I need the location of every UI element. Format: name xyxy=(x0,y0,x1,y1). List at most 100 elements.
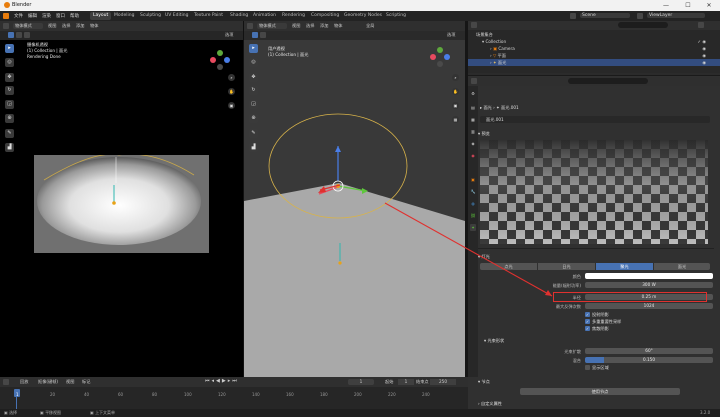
cast-shadow-checkbox[interactable]: ✓ xyxy=(585,312,590,317)
right-menu-select[interactable]: 选择 xyxy=(306,23,314,29)
maximize-button[interactable]: ☐ xyxy=(678,1,698,10)
beam-shape-section-header[interactable]: ▾ 光束形状 xyxy=(478,337,714,344)
timeline-menu-keying[interactable]: 抠像(键帧) xyxy=(38,379,58,385)
right-menu-add[interactable]: 添加 xyxy=(320,23,328,29)
blender-menu-icon[interactable] xyxy=(3,13,9,19)
timeline-menu-marker[interactable]: 标记 xyxy=(82,379,90,385)
left-cursor-tool-icon[interactable]: ◎ xyxy=(5,58,14,67)
render-tab-icon[interactable]: ▤ xyxy=(470,104,476,111)
view-layer-tab-icon[interactable]: ▥ xyxy=(470,128,476,135)
right-annotate-tool-icon[interactable]: ✎ xyxy=(249,129,258,138)
current-frame-field[interactable]: 1 xyxy=(348,379,374,385)
left-move-tool-icon[interactable]: ✥ xyxy=(5,73,14,82)
outliner-item-plane[interactable]: › ▽ 平面 ◉ xyxy=(468,52,720,59)
left-rotate-tool-icon[interactable]: ↻ xyxy=(5,86,14,95)
cast-shadow-row[interactable]: ✓ 投射阴影 xyxy=(488,312,713,319)
right-rotate-tool-icon[interactable]: ↻ xyxy=(249,86,258,95)
right-camera-icon[interactable]: ▣ xyxy=(452,102,459,109)
left-measure-tool-icon[interactable]: ▟ xyxy=(5,143,14,152)
custom-properties-section-header[interactable]: › 自定义属性 xyxy=(478,400,714,407)
light-data-tab-icon[interactable]: ✦ xyxy=(470,224,476,231)
tool-tab-icon[interactable]: ⚙ xyxy=(470,90,476,97)
right-editor-type-icon[interactable] xyxy=(247,23,253,29)
playback-controls[interactable]: ⏮◂◀▶▸⏭ xyxy=(205,378,255,385)
right-select-tool-icon[interactable]: ▸ xyxy=(249,44,258,53)
select-mode-icon-2[interactable] xyxy=(24,32,30,38)
left-annotate-tool-icon[interactable]: ✎ xyxy=(5,129,14,138)
right-scale-tool-icon[interactable]: ◲ xyxy=(249,100,258,109)
caustics-row[interactable]: ✓ 焦散阴影 xyxy=(488,326,713,333)
max-bounces-field[interactable]: 1024 xyxy=(585,303,713,309)
left-camera-icon[interactable]: ▣ xyxy=(228,102,235,109)
light-section-header[interactable]: ▾ 灯光 xyxy=(478,253,714,260)
world-tab-icon[interactable]: ◉ xyxy=(470,152,476,159)
end-frame-field[interactable]: 250 xyxy=(430,379,456,385)
outliner-search-input[interactable] xyxy=(618,22,668,28)
light-type-point[interactable]: 点光 xyxy=(480,263,537,270)
light-type-area[interactable]: 面光 xyxy=(654,263,710,270)
tab-geometry-nodes[interactable]: Geometry Nodes xyxy=(341,12,385,20)
left-zoom-icon[interactable]: ⌕ xyxy=(228,74,235,81)
select-box-icon[interactable] xyxy=(8,32,14,38)
start-frame-field[interactable]: 1 xyxy=(398,379,414,385)
right-cursor-tool-icon[interactable]: ◎ xyxy=(249,58,258,67)
right-mode-dropdown[interactable]: 物体模式 xyxy=(257,23,287,29)
tab-animation[interactable]: Animation xyxy=(250,12,279,20)
left-menu-select[interactable]: 选择 xyxy=(62,23,70,29)
light-type-sun[interactable]: 日光 xyxy=(538,263,595,270)
left-options-button[interactable]: 选项 xyxy=(225,32,233,38)
color-swatch[interactable] xyxy=(585,273,713,279)
left-select-tool-icon[interactable]: ▸ xyxy=(5,44,14,53)
tab-uv-editing[interactable]: UV Editing xyxy=(162,12,191,20)
power-field[interactable]: 300 W xyxy=(585,282,713,288)
properties-editor-icon[interactable] xyxy=(471,78,477,84)
menu-edit[interactable]: 编辑 xyxy=(28,13,37,19)
right-menu-view[interactable]: 视图 xyxy=(292,23,300,29)
left-menu-object[interactable]: 物体 xyxy=(90,23,98,29)
tab-sculpting[interactable]: Sculpting xyxy=(137,12,164,20)
tab-texture-paint[interactable]: Texture Paint xyxy=(191,12,226,20)
left-scale-tool-icon[interactable]: ◲ xyxy=(5,100,14,109)
tab-scripting[interactable]: Scripting xyxy=(383,12,409,20)
use-nodes-button[interactable]: 使用节点 xyxy=(520,388,680,395)
scene-tab-icon[interactable]: ◈ xyxy=(470,140,476,147)
physics-tab-icon[interactable]: ◍ xyxy=(470,200,476,207)
right-zoom-icon[interactable]: ⌕ xyxy=(452,74,459,81)
tab-rendering[interactable]: Rendering xyxy=(279,12,308,20)
properties-search-input[interactable] xyxy=(568,78,648,84)
light-data-name-field[interactable]: 面光.001 xyxy=(480,116,710,123)
mis-row[interactable]: ✓ 多重重要性采样 xyxy=(488,319,713,326)
right-move-tool-icon[interactable]: ✥ xyxy=(249,73,258,82)
filter-icon[interactable] xyxy=(698,22,704,28)
right-pan-icon[interactable]: ✋ xyxy=(452,88,459,95)
modifier-tab-icon[interactable]: 🔧 xyxy=(470,188,476,195)
preview-section-header[interactable]: ▾ 预览 xyxy=(478,130,714,137)
tab-shading[interactable]: Shading xyxy=(227,12,251,20)
outliner-editor-icon[interactable] xyxy=(471,22,477,28)
right-transform-tool-icon[interactable]: ⊕ xyxy=(249,114,258,123)
right-menu-object[interactable]: 物体 xyxy=(334,23,342,29)
right-options-button[interactable]: 选项 xyxy=(447,32,455,38)
timeline-menu-playback[interactable]: 回放 xyxy=(20,379,28,385)
show-cone-row[interactable]: 显示区域 xyxy=(488,365,713,372)
timeline-menu-view[interactable]: 视图 xyxy=(66,379,74,385)
right-select-mode-icon[interactable] xyxy=(260,32,266,38)
minimize-button[interactable]: — xyxy=(656,1,676,10)
constraints-tab-icon[interactable]: ⛓ xyxy=(470,212,476,219)
outliner-item-collection[interactable]: ▾ Collection ✓ ◉ xyxy=(468,38,720,45)
view-layer-selector[interactable]: ViewLayer xyxy=(647,13,705,18)
left-menu-add[interactable]: 添加 xyxy=(76,23,84,29)
close-button[interactable]: ✕ xyxy=(699,1,719,10)
caustics-checkbox[interactable]: ✓ xyxy=(585,326,590,331)
mis-checkbox[interactable]: ✓ xyxy=(585,319,590,324)
menu-render[interactable]: 渲染 xyxy=(42,13,51,19)
right-navigation-gizmo[interactable] xyxy=(430,46,450,68)
object-tab-icon[interactable]: ▣ xyxy=(470,176,476,183)
blend-slider[interactable]: 0.150 xyxy=(585,357,713,363)
left-pan-icon[interactable]: ✋ xyxy=(228,88,235,95)
tab-modeling[interactable]: Modeling xyxy=(111,12,137,20)
left-menu-view[interactable]: 视图 xyxy=(48,23,56,29)
outliner-item-area-light[interactable]: › ✦ 面光 ◉ xyxy=(468,59,720,66)
tab-layout[interactable]: Layout xyxy=(90,12,112,20)
timeline-editor-icon[interactable] xyxy=(3,379,9,385)
